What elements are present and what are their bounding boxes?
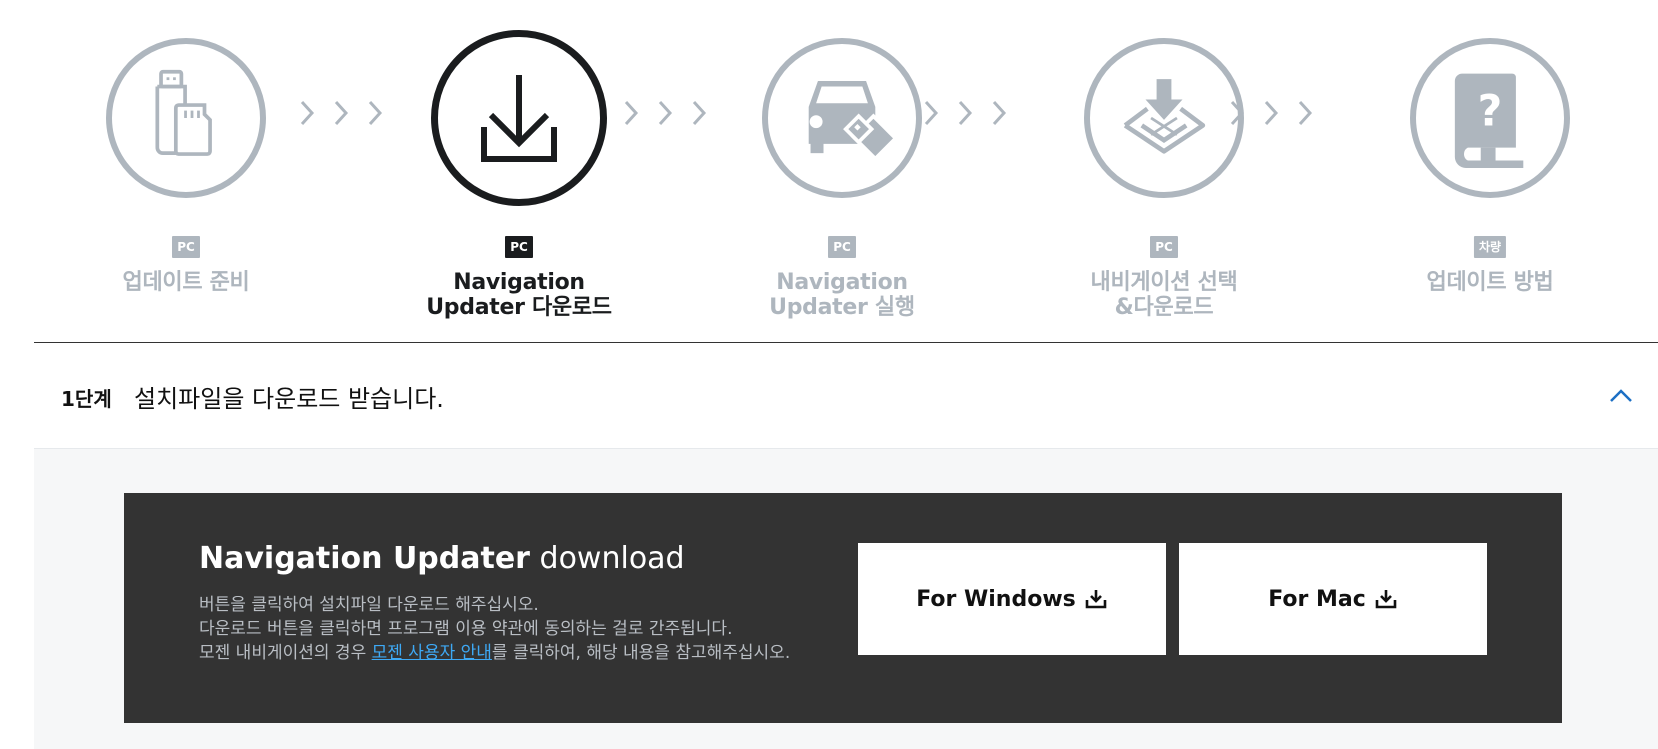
windows-button-label: For Windows (916, 586, 1076, 612)
stage-number: 1단계 (61, 387, 112, 411)
usb-sdcard-icon (155, 69, 212, 156)
step-badge: PC (828, 236, 856, 258)
stage-title: 설치파일을 다운로드 받습니다. (134, 385, 444, 413)
chevrons-icon (300, 100, 383, 126)
step-circle (431, 30, 607, 206)
map-download-icon (1123, 79, 1206, 154)
download-icon (1375, 590, 1397, 609)
download-panel: Navigation Updater download 버튼을 클릭하여 설치파… (124, 493, 1562, 723)
step-badge: 차량 (1473, 236, 1507, 258)
download-panel-title: Navigation Updater download (199, 541, 685, 576)
step-circle (106, 38, 266, 198)
chevrons-icon (624, 100, 707, 126)
mozen-guide-link[interactable]: 모젠 사용자 안내 (372, 643, 492, 663)
step-label: 내비게이션 선택 &다운로드 (1090, 270, 1238, 320)
download-instructions: 버튼을 클릭하여 설치파일 다운로드 해주십시오. 다운로드 버튼을 클릭하면 … (199, 593, 790, 665)
download-icon (1085, 590, 1107, 609)
step-badge: PC (1150, 236, 1178, 258)
download-icon (481, 75, 557, 162)
download-title-light: download (539, 541, 685, 576)
step-label: Navigation Updater 실행 (769, 270, 915, 320)
stage-header[interactable]: 1단계 설치파일을 다운로드 받습니다. (34, 343, 1658, 448)
step-label: 업데이트 방법 (1426, 270, 1554, 295)
instruction-line: 버튼을 클릭하여 설치파일 다운로드 해주십시오. (199, 595, 539, 615)
instruction-line: 모젠 내비게이션의 경우 모젠 사용자 안내를 클릭하여, 해당 내용을 참고해… (199, 641, 790, 665)
mac-button-label: For Mac (1268, 586, 1366, 612)
step-circle (1084, 38, 1244, 198)
step-badge: PC (505, 236, 533, 258)
chevrons-icon (924, 100, 1007, 126)
chevron-up-icon[interactable] (1606, 383, 1636, 407)
car-usb-icon (808, 81, 899, 162)
download-title-bold: Navigation Updater (199, 541, 530, 576)
step-label: 업데이트 준비 (122, 270, 250, 295)
manual-book-icon: ? (1454, 73, 1524, 168)
download-windows-button[interactable]: For Windows (858, 543, 1166, 655)
stage-content: Navigation Updater download 버튼을 클릭하여 설치파… (34, 448, 1658, 749)
chevrons-icon (1230, 100, 1313, 126)
download-mac-button[interactable]: For Mac (1179, 543, 1487, 655)
step-circle (762, 38, 922, 198)
step-badge: PC (172, 236, 200, 258)
update-steps: PC 업데이트 준비 PC Navigation Updater 다운로드 PC… (0, 0, 1658, 330)
instruction-text: 모젠 내비게이션의 경우 (199, 643, 372, 663)
step-circle: ? (1410, 38, 1570, 198)
instruction-text: 를 클릭하여, 해당 내용을 참고해주십시오. (491, 643, 791, 663)
step-label: Navigation Updater 다운로드 (426, 270, 612, 320)
svg-text:?: ? (1478, 87, 1503, 136)
instruction-line: 다운로드 버튼을 클릭하면 프로그램 이용 약관에 동의하는 걸로 간주됩니다. (199, 619, 733, 639)
